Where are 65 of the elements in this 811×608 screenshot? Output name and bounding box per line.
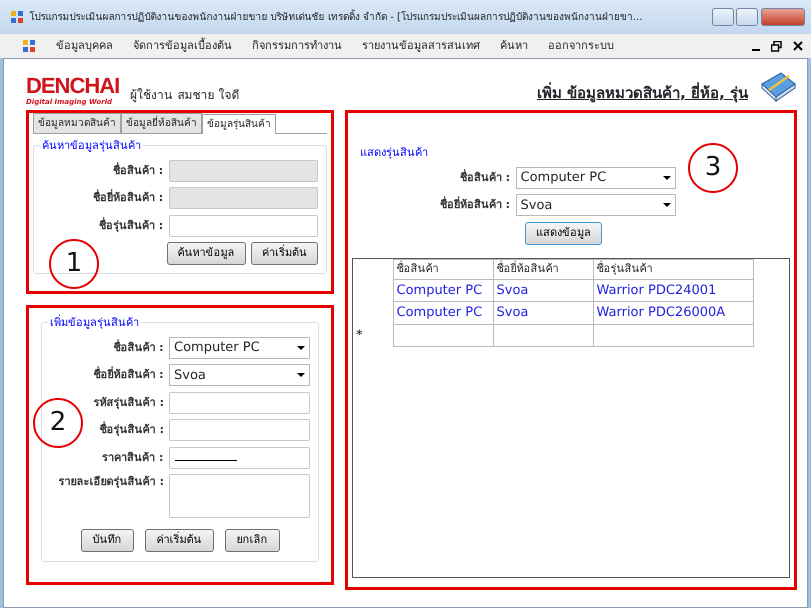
maximize-button[interactable] (736, 8, 758, 26)
table-cell: Computer PC (393, 279, 493, 302)
dropdown-field[interactable]: Svoa (516, 194, 676, 216)
field-label: ชื่อรุ่นสินค้า : (98, 422, 164, 438)
field-label: ชื่อยี่ห้อสินค้า : (92, 367, 164, 383)
table-cell: Warrior PDC26000A (593, 302, 753, 324)
column-header: ชื่อรุ่นสินค้า (593, 260, 753, 280)
window-title: โปรแกรมประเมินผลการปฏิบัติงานของพนักงานฝ่ายขาย บริษัทเด่นชัย เทรดดิ้ง จำกัด - [โปรแกรมประเมินผลการปฏิบัติงานของพนักงานฝ่ายขา... (30, 10, 644, 24)
form-button[interactable]: บันทึก (80, 529, 134, 552)
form-button[interactable]: ค้นหาข้อมูล (166, 242, 246, 265)
table-cell: Warrior PDC24001 (593, 279, 753, 302)
menu-item[interactable]: ออกจากระบบ (548, 38, 614, 54)
page-title: เพิ่ม ข้อมูลหมวดสินค้า, ยี่ห้อ, รุ่น (536, 82, 748, 104)
field-label: ชื่อสินค้า : (112, 162, 164, 178)
user-name: สมชาย ใจดี (178, 87, 240, 104)
tab[interactable]: ข้อมูลหมวดสินค้า (33, 112, 121, 133)
app-icon (22, 39, 36, 53)
tab[interactable]: ข้อมูลรุ่นสินค้า (202, 114, 276, 134)
table-cell: Svoa (493, 302, 593, 324)
dropdown-field[interactable]: Svoa (169, 364, 310, 386)
menu-item[interactable]: กิจกรรมการทำงาน (252, 38, 342, 54)
group-title: เพิ่มข้อมูลรุ่นสินค้า (48, 314, 141, 332)
restore-icon[interactable] (771, 40, 782, 52)
group-title: ค้นหาข้อมูลรุ่นสินค้า (40, 138, 143, 154)
input-field[interactable] (168, 214, 318, 237)
close-icon[interactable] (793, 40, 803, 52)
callout-number: 1 (49, 238, 99, 289)
callout-number: 3 (688, 142, 738, 193)
input-field[interactable] (169, 419, 310, 442)
menu-item[interactable]: ค้นหา (500, 38, 528, 54)
textarea-field[interactable] (169, 474, 310, 518)
input-field[interactable] (169, 392, 310, 414)
minimize-button[interactable] (712, 8, 734, 26)
book-icon (759, 70, 797, 104)
close-button[interactable] (761, 8, 805, 26)
table-cell: Svoa (493, 279, 593, 302)
logo: DENCHAI (26, 74, 120, 96)
menu-item[interactable]: ข้อมูลบุคคล (56, 38, 113, 54)
column-header: ชื่อยี่ห้อสินค้า (493, 260, 593, 280)
field-label: ราคาสินค้า : (101, 450, 164, 466)
dropdown-field[interactable]: Computer PC (169, 336, 310, 359)
field-label: ชื่อยี่ห้อสินค้า : (438, 197, 510, 213)
user-label: ผู้ใช้งาน (130, 87, 172, 104)
field-label: ชื่อรุ่นสินค้า : (98, 218, 164, 234)
callout-number: 2 (33, 398, 83, 448)
table-cell: Computer PC (393, 302, 493, 324)
dropdown-field[interactable]: Computer PC (516, 166, 676, 189)
menu-item[interactable]: จัดการข้อมูลเบื้องต้น (133, 38, 232, 54)
minimize-icon[interactable] (752, 48, 760, 50)
column-header: ชื่อสินค้า (393, 260, 493, 280)
masked-input-field[interactable] (168, 446, 310, 469)
app-icon (10, 10, 24, 24)
show-data-button[interactable]: แสดงข้อมูล (525, 222, 602, 245)
field-label: ชื่อสินค้า : (112, 340, 164, 356)
form-button[interactable]: ค่าเริ่มต้น (251, 242, 318, 265)
field-label: ชื่อสินค้า : (458, 170, 510, 186)
new-row-marker: * (356, 328, 362, 343)
group-title: แสดงรุ่นสินค้า (358, 144, 430, 162)
menu-item[interactable]: รายงานข้อมูลสารสนเทศ (362, 38, 480, 54)
tab[interactable]: ข้อมูลยี่ห้อสินค้า (121, 112, 202, 133)
field-label: ชื่อยี่ห้อสินค้า : (92, 190, 164, 206)
form-button[interactable]: ยกเลิก (224, 529, 280, 552)
field-label: รายละเอียดรุ่นสินค้า : (58, 474, 164, 490)
form-button[interactable]: ค่าเริ่มต้น (144, 529, 214, 552)
field-label: รหัสรุ่นสินค้า : (92, 394, 164, 411)
